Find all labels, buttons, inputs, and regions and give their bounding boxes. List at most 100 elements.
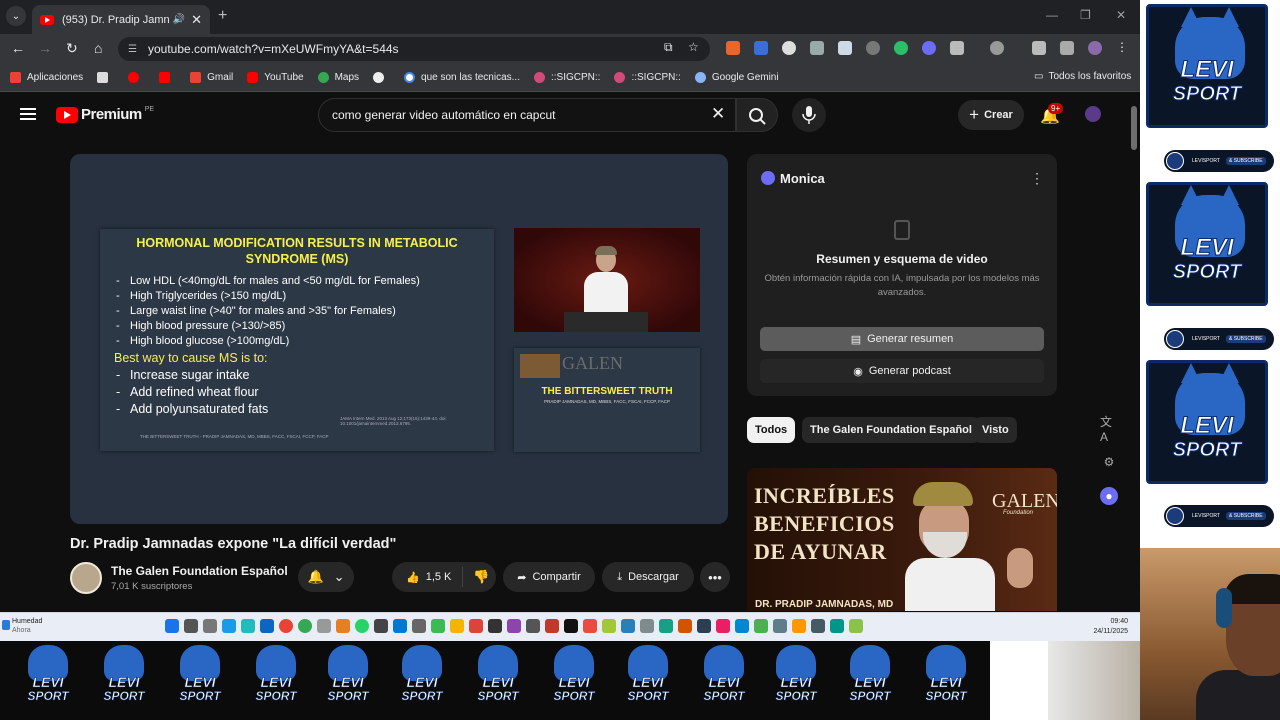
bookmark-item[interactable] <box>97 72 114 83</box>
site-info-icon[interactable]: ☰ <box>128 44 137 55</box>
app-icon[interactable] <box>697 619 711 633</box>
chip-todos[interactable]: Todos <box>747 417 796 443</box>
search-input[interactable]: como generar video automático en capcut <box>318 98 736 132</box>
bookmark-item[interactable]: que son las tecnicas... <box>404 72 520 83</box>
chrome-menu-icon[interactable]: ⋮ <box>1116 40 1128 54</box>
forward-arrow-icon[interactable]: → <box>38 40 52 56</box>
app-icon[interactable] <box>450 619 464 633</box>
chip-channel[interactable]: The Galen Foundation Español <box>802 417 980 443</box>
app-icon[interactable] <box>260 619 274 633</box>
download-button[interactable]: ⤓ Descargar <box>602 562 694 592</box>
back-arrow-icon[interactable]: ← <box>11 40 25 56</box>
history-icon[interactable] <box>990 41 1004 55</box>
app-icon[interactable] <box>621 619 635 633</box>
youtube-premium-logo[interactable]: Premium PE <box>56 106 154 123</box>
weather-widget[interactable]: Humedad Ahora <box>2 617 42 635</box>
monica-menu-icon[interactable]: ⋮ <box>1030 170 1044 187</box>
app-icon[interactable] <box>526 619 540 633</box>
extension-sc-icon[interactable] <box>726 41 740 55</box>
chrome-icon[interactable] <box>298 619 312 633</box>
new-tab-plus-icon[interactable]: + <box>218 7 227 25</box>
toolkit-icon[interactable]: ⚙ <box>1100 453 1118 471</box>
monica-float-icon[interactable]: ● <box>1100 487 1118 505</box>
tab-close-icon[interactable]: ✕ <box>191 12 202 28</box>
bookmark-item[interactable]: Google Gemini <box>694 72 779 83</box>
create-button[interactable]: + Crear <box>958 100 1024 130</box>
extension-gear-icon[interactable] <box>866 41 880 55</box>
bookmark-item[interactable]: ::SIGCPN:: <box>533 72 600 83</box>
bookmark-star-icon[interactable]: ☆ <box>688 40 699 54</box>
bookmark-item[interactable] <box>128 72 145 83</box>
app-icon[interactable] <box>336 619 350 633</box>
download-icon[interactable] <box>1032 41 1046 55</box>
app-icon[interactable] <box>412 619 426 633</box>
bookmark-item[interactable]: YouTube <box>247 72 304 83</box>
dislike-button[interactable]: 👎 <box>463 569 489 585</box>
app-icon[interactable] <box>431 619 445 633</box>
share-button[interactable]: ➦ Compartir <box>503 562 595 592</box>
channel-avatar[interactable] <box>70 562 102 594</box>
maximize-icon[interactable]: ❐ <box>1080 8 1091 22</box>
app-icon[interactable] <box>716 619 730 633</box>
speaker-icon[interactable]: 🔊 <box>173 14 185 25</box>
search-icon[interactable] <box>184 619 198 633</box>
bookmark-item[interactable] <box>159 72 176 83</box>
generate-summary-button[interactable]: ▤ Generar resumen <box>760 327 1044 351</box>
app-icon[interactable] <box>564 619 578 633</box>
account-avatar[interactable] <box>1085 106 1101 122</box>
bookmark-item[interactable]: Aplicaciones <box>10 72 83 83</box>
extension-green-icon[interactable] <box>894 41 908 55</box>
app-icon[interactable] <box>754 619 768 633</box>
app-icon[interactable] <box>849 619 863 633</box>
app-icon[interactable] <box>393 619 407 633</box>
all-favorites-folder[interactable]: ▭ Todos los favoritos <box>1034 71 1131 82</box>
app-icon[interactable] <box>640 619 654 633</box>
video-player[interactable]: HORMONAL MODIFICATION RESULTS IN METABOL… <box>70 154 728 524</box>
app-icon[interactable] <box>678 619 692 633</box>
file-icon[interactable] <box>203 619 217 633</box>
app-icon[interactable] <box>773 619 787 633</box>
chip-visto[interactable]: Visto <box>974 417 1017 443</box>
bookmark-item[interactable]: ::SIGCPN:: <box>614 72 681 83</box>
subscribed-button[interactable]: 🔔 ⌄ <box>298 562 354 592</box>
address-bar[interactable]: ☰ youtube.com/watch?v=mXeUWFmyYA&t=544s <box>118 37 710 61</box>
install-app-icon[interactable]: ⧉ <box>664 40 673 55</box>
extension-box-icon[interactable] <box>838 41 852 55</box>
extensions-puzzle-icon[interactable] <box>950 41 964 55</box>
extension-monica-icon[interactable] <box>922 41 936 55</box>
extension-b-icon[interactable] <box>782 41 796 55</box>
app-icon[interactable] <box>545 619 559 633</box>
app-icon[interactable] <box>602 619 616 633</box>
bookmark-item[interactable]: Gmail <box>190 72 233 83</box>
extension-audio-icon[interactable] <box>754 41 768 55</box>
app-icon[interactable] <box>507 619 521 633</box>
app-icon[interactable] <box>792 619 806 633</box>
system-clock[interactable]: 09:40 24/11/2025 <box>1088 617 1128 637</box>
app-icon[interactable] <box>488 619 502 633</box>
app-icon[interactable] <box>317 619 331 633</box>
tab-search-chevron-icon[interactable]: ⌄ <box>6 6 26 26</box>
minimize-icon[interactable]: — <box>1046 8 1058 22</box>
close-window-icon[interactable]: ✕ <box>1116 8 1126 22</box>
app-icon[interactable] <box>241 619 255 633</box>
whatsapp-icon[interactable] <box>355 619 369 633</box>
page-scrollbar[interactable] <box>1130 96 1138 610</box>
start-icon[interactable] <box>165 619 179 633</box>
app-icon[interactable] <box>811 619 825 633</box>
app-icon[interactable] <box>830 619 844 633</box>
app-icon[interactable] <box>583 619 597 633</box>
app-icon[interactable] <box>735 619 749 633</box>
reload-icon[interactable]: ↻ <box>66 40 78 57</box>
chrome-icon[interactable] <box>279 619 293 633</box>
bookmark-item[interactable]: Maps <box>317 72 359 83</box>
generate-podcast-button[interactable]: ◉ Generar podcast <box>760 359 1044 383</box>
profile-avatar-icon[interactable] <box>1088 41 1102 55</box>
voice-search-button[interactable] <box>792 98 826 132</box>
extension-window-icon[interactable] <box>810 41 824 55</box>
media-controls-icon[interactable] <box>1060 41 1074 55</box>
clear-search-icon[interactable]: ✕ <box>711 104 725 124</box>
app-icon[interactable] <box>659 619 673 633</box>
like-button[interactable]: 👍 1,5 K <box>392 567 464 587</box>
app-icon[interactable] <box>374 619 388 633</box>
translate-icon[interactable]: 文A <box>1100 415 1118 444</box>
